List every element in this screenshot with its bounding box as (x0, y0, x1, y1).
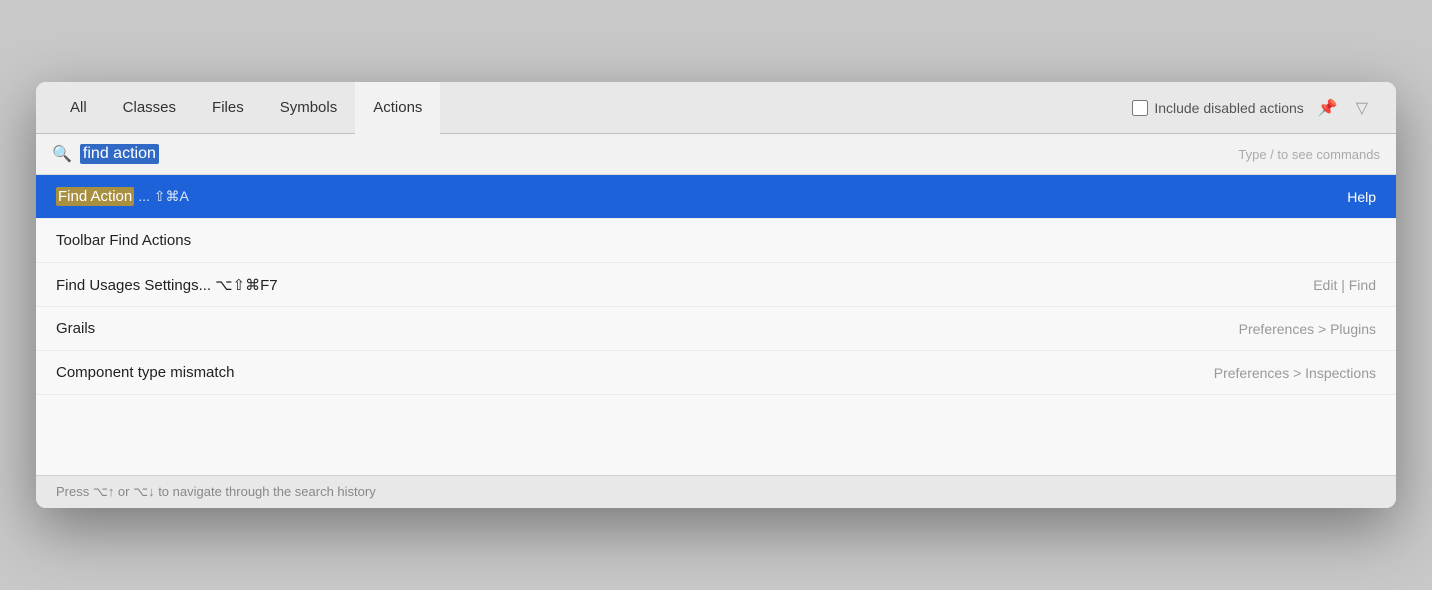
result-item-find-usages[interactable]: Find Usages Settings... ⌥⇧⌘F7 Edit | Fin… (36, 263, 1396, 307)
result-left-toolbar: Toolbar Find Actions (56, 232, 191, 249)
search-dialog: All Classes Files Symbols Actions Includ… (36, 82, 1396, 508)
filter-icon[interactable]: ▽ (1352, 94, 1372, 122)
result-left-grails: Grails (56, 320, 95, 337)
results-list: Find Action... ⇧⌘A Help Toolbar Find Act… (36, 175, 1396, 475)
pin-icon[interactable]: 📌 (1314, 94, 1342, 122)
tabs-bar: All Classes Files Symbols Actions Includ… (36, 82, 1396, 134)
result-item-grails[interactable]: Grails Preferences > Plugins (36, 307, 1396, 351)
result-left-component: Component type mismatch (56, 364, 234, 381)
result-right-find-usages: Edit | Find (1313, 277, 1376, 293)
status-bar: Press ⌥↑ or ⌥↓ to navigate through the s… (36, 475, 1396, 508)
empty-area (36, 395, 1396, 475)
search-bar: 🔍 find action Type / to see commands (36, 134, 1396, 175)
tab-all[interactable]: All (52, 82, 105, 134)
result-left-find-action: Find Action... ⇧⌘A (56, 188, 189, 205)
type-hint: Type / to see commands (1238, 147, 1380, 162)
result-right-component: Preferences > Inspections (1214, 365, 1376, 381)
search-icon: 🔍 (52, 144, 72, 164)
tab-classes[interactable]: Classes (105, 82, 194, 134)
tab-symbols[interactable]: Symbols (262, 82, 356, 134)
tab-files[interactable]: Files (194, 82, 262, 134)
include-disabled-checkbox[interactable] (1132, 100, 1148, 116)
result-highlight-find-action: Find Action... ⇧⌘A (56, 188, 189, 205)
include-disabled-label[interactable]: Include disabled actions (1132, 100, 1303, 116)
result-right-grails: Preferences > Plugins (1239, 321, 1376, 337)
result-item-toolbar-find-actions[interactable]: Toolbar Find Actions (36, 219, 1396, 263)
search-input-selected-text: find action (80, 144, 159, 164)
result-right-find-action: Help (1347, 189, 1376, 205)
tab-actions[interactable]: Actions (355, 82, 440, 134)
result-left-find-usages: Find Usages Settings... ⌥⇧⌘F7 (56, 276, 278, 294)
tabs-right: Include disabled actions 📌 ▽ (1132, 82, 1380, 133)
result-item-component-mismatch[interactable]: Component type mismatch Preferences > In… (36, 351, 1396, 395)
result-item-find-action[interactable]: Find Action... ⇧⌘A Help (36, 175, 1396, 219)
